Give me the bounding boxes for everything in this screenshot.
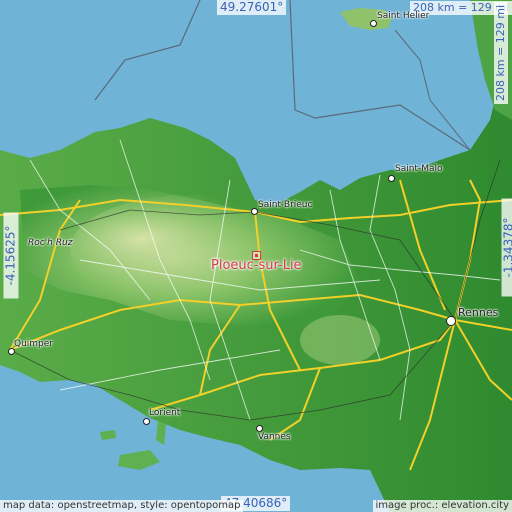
city-dot-saint-malo — [388, 175, 395, 182]
city-dot-vannes — [256, 425, 263, 432]
city-label-vannes[interactable]: Vannes — [258, 432, 291, 442]
scale-vertical-label: 208 km = 129 mi — [494, 2, 508, 104]
attribution-left: map data: openstreetmap, style: opentopo… — [0, 500, 244, 512]
city-label-saint-malo[interactable]: Saint-Malo — [395, 164, 443, 174]
city-label-saint-brieuc[interactable]: Saint-Brieuc — [258, 200, 312, 210]
longitude-right-label: -1.34378° — [501, 198, 512, 297]
latitude-top-label: 49.27601° — [217, 0, 287, 15]
city-label-lorient[interactable]: Lorient — [149, 408, 180, 418]
place-label[interactable]: Ploeuc-sur-Lie — [211, 258, 302, 273]
city-dot-saint-helier — [370, 20, 377, 27]
peak-label-roch-ruz[interactable]: Roc'h Ruz — [28, 238, 72, 248]
elevation-map[interactable]: 49.27601° 47.40686° -4.15625° -1.34378° … — [0, 0, 512, 512]
city-dot-lorient — [143, 418, 150, 425]
city-label-rennes[interactable]: Rennes — [458, 306, 498, 319]
city-label-quimper[interactable]: Quimper — [14, 339, 53, 349]
city-dot-quimper — [8, 348, 15, 355]
attribution-right: image proc.: elevation.city — [372, 500, 512, 512]
city-dot-saint-brieuc — [251, 208, 258, 215]
city-dot-rennes — [446, 316, 456, 326]
east-highlands — [300, 315, 380, 365]
city-label-saint-helier[interactable]: Saint Helier — [377, 11, 429, 21]
longitude-left-label: -4.15625° — [3, 212, 19, 299]
